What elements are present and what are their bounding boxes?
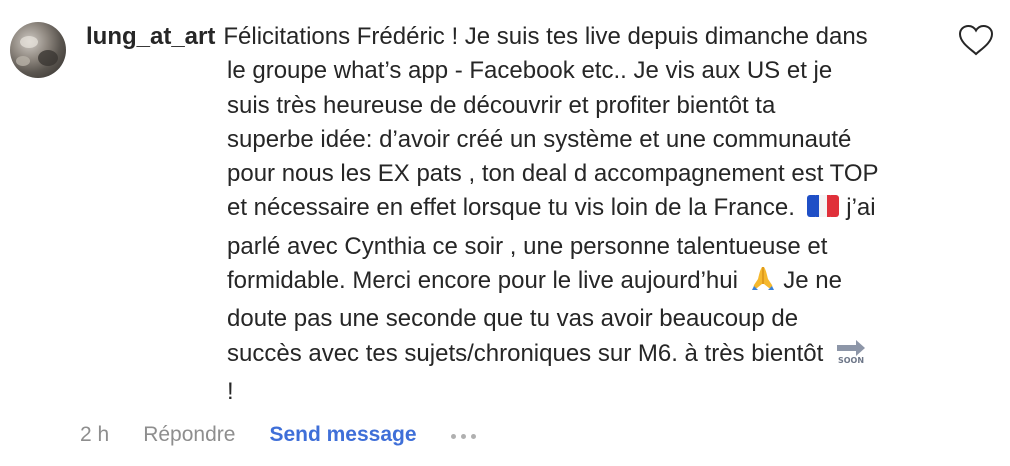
comment-text-line: le groupe what’s app - Facebook etc.. Je… [227,57,833,85]
comment-text-line: pour nous les EX pats , ton deal d accom… [227,160,879,188]
comment-footer: 2 h Répondre Send message [80,420,476,450]
avatar[interactable] [10,22,66,78]
comment-text-line: superbe idée: d’avoir créé un système et… [227,125,852,153]
comment-text-line: formidable. Merci encore pour le live au… [227,267,738,295]
comment-timestamp: 2 h [80,423,110,446]
comment-text-line: Je ne [783,267,842,295]
comment-text-line: ! [227,377,234,405]
svg-text:SOON: SOON [838,356,864,365]
comment-text-line: et nécessaire en effet lorsque tu vis lo… [227,194,795,222]
comment-text-line: Félicitations Frédéric ! Je suis tes liv… [223,23,868,50]
reply-button[interactable]: Répondre [143,423,235,447]
soon-arrow-icon: SOON [834,337,868,375]
comment: lung_at_art Félicitations Frédéric ! Je s… [0,0,1010,466]
comment-text-line: parlé avec Cynthia ce soir , une personn… [227,232,828,260]
send-message-button[interactable]: Send message [269,423,416,447]
more-options-icon[interactable] [450,432,476,439]
username-link[interactable]: lung_at_art [86,23,215,50]
comment-text-line: doute pas une seconde que tu vas avoir b… [227,305,799,333]
folded-hands-icon [749,264,777,302]
comment-text-line: succès avec tes sujets/chroniques sur M6… [227,339,824,367]
comment-text-line: suis très heureuse de découvrir et profi… [227,91,776,119]
france-flag-icon [806,193,840,229]
comment-text-line: j’ai [846,194,876,222]
comment-body: lung_at_art Félicitations Frédéric ! Je s… [86,20,966,409]
like-heart-icon[interactable] [958,24,996,58]
